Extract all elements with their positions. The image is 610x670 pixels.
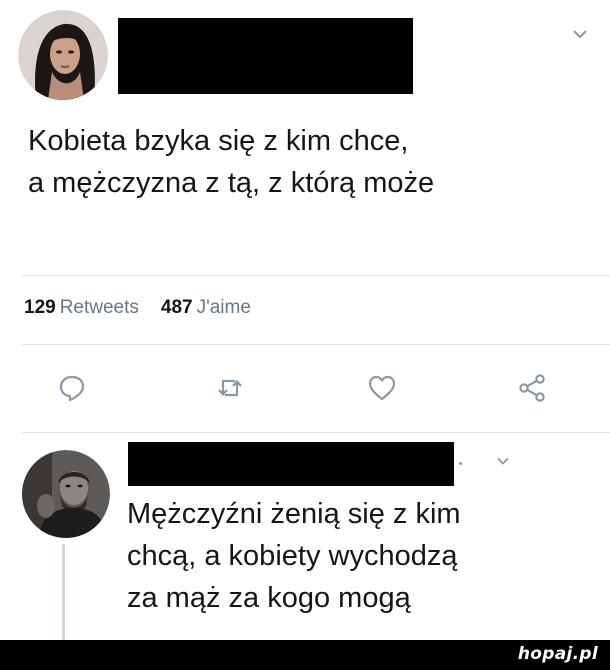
main-tweet: Kobieta bzyka się z kim chce, a mężczyzn… [0, 0, 610, 440]
tweet-text: Kobieta bzyka się z kim chce, a mężczyzn… [28, 120, 598, 204]
heart-icon [368, 375, 396, 401]
reply-icon [59, 375, 85, 402]
author-avatar[interactable] [18, 10, 108, 100]
thread-line [62, 544, 65, 644]
reply-author-avatar[interactable] [22, 450, 110, 538]
reply-text-line: za mąż za kogo mogą [127, 582, 411, 614]
tweet-text-line: a mężczyzna z tą, z którą może [28, 167, 435, 199]
chevron-down-icon[interactable] [572, 28, 588, 40]
retweets-label[interactable]: Retweets [60, 297, 139, 318]
avatar-photo [18, 10, 108, 100]
share-icon [519, 374, 545, 402]
reply-button[interactable] [56, 372, 88, 404]
reply-tweet: Mężczyźni żenią się z kim chcą, a kobiet… [0, 440, 610, 644]
brand-watermark: hopaj.pl [517, 644, 598, 664]
reply-text: Mężczyźni żenią się z kim chcą, a kobiet… [127, 493, 597, 619]
retweet-icon [218, 379, 242, 397]
avatar-photo [22, 450, 110, 538]
divider [22, 432, 610, 433]
like-button[interactable] [366, 372, 398, 404]
likes-count[interactable]: 487 [161, 297, 193, 318]
redacted-username [118, 18, 413, 94]
retweet-button[interactable] [214, 372, 246, 404]
likes-label[interactable]: J'aime [197, 297, 251, 318]
watermark-bar: hopaj.pl [0, 640, 610, 670]
share-button[interactable] [516, 372, 548, 404]
tweet-text-line: Kobieta bzyka się z kim chce, [28, 125, 409, 157]
separator-dot [459, 462, 462, 465]
reply-text-line: Mężczyźni żenią się z kim [127, 498, 461, 530]
redacted-username [128, 442, 454, 486]
retweets-count[interactable]: 129 [24, 297, 56, 318]
tweet-stats: 129 Retweets 487 J'aime [24, 297, 251, 319]
chevron-down-icon[interactable] [496, 456, 510, 466]
divider [22, 344, 610, 345]
divider [22, 275, 610, 276]
reply-text-line: chcą, a kobiety wychodzą [127, 540, 458, 572]
